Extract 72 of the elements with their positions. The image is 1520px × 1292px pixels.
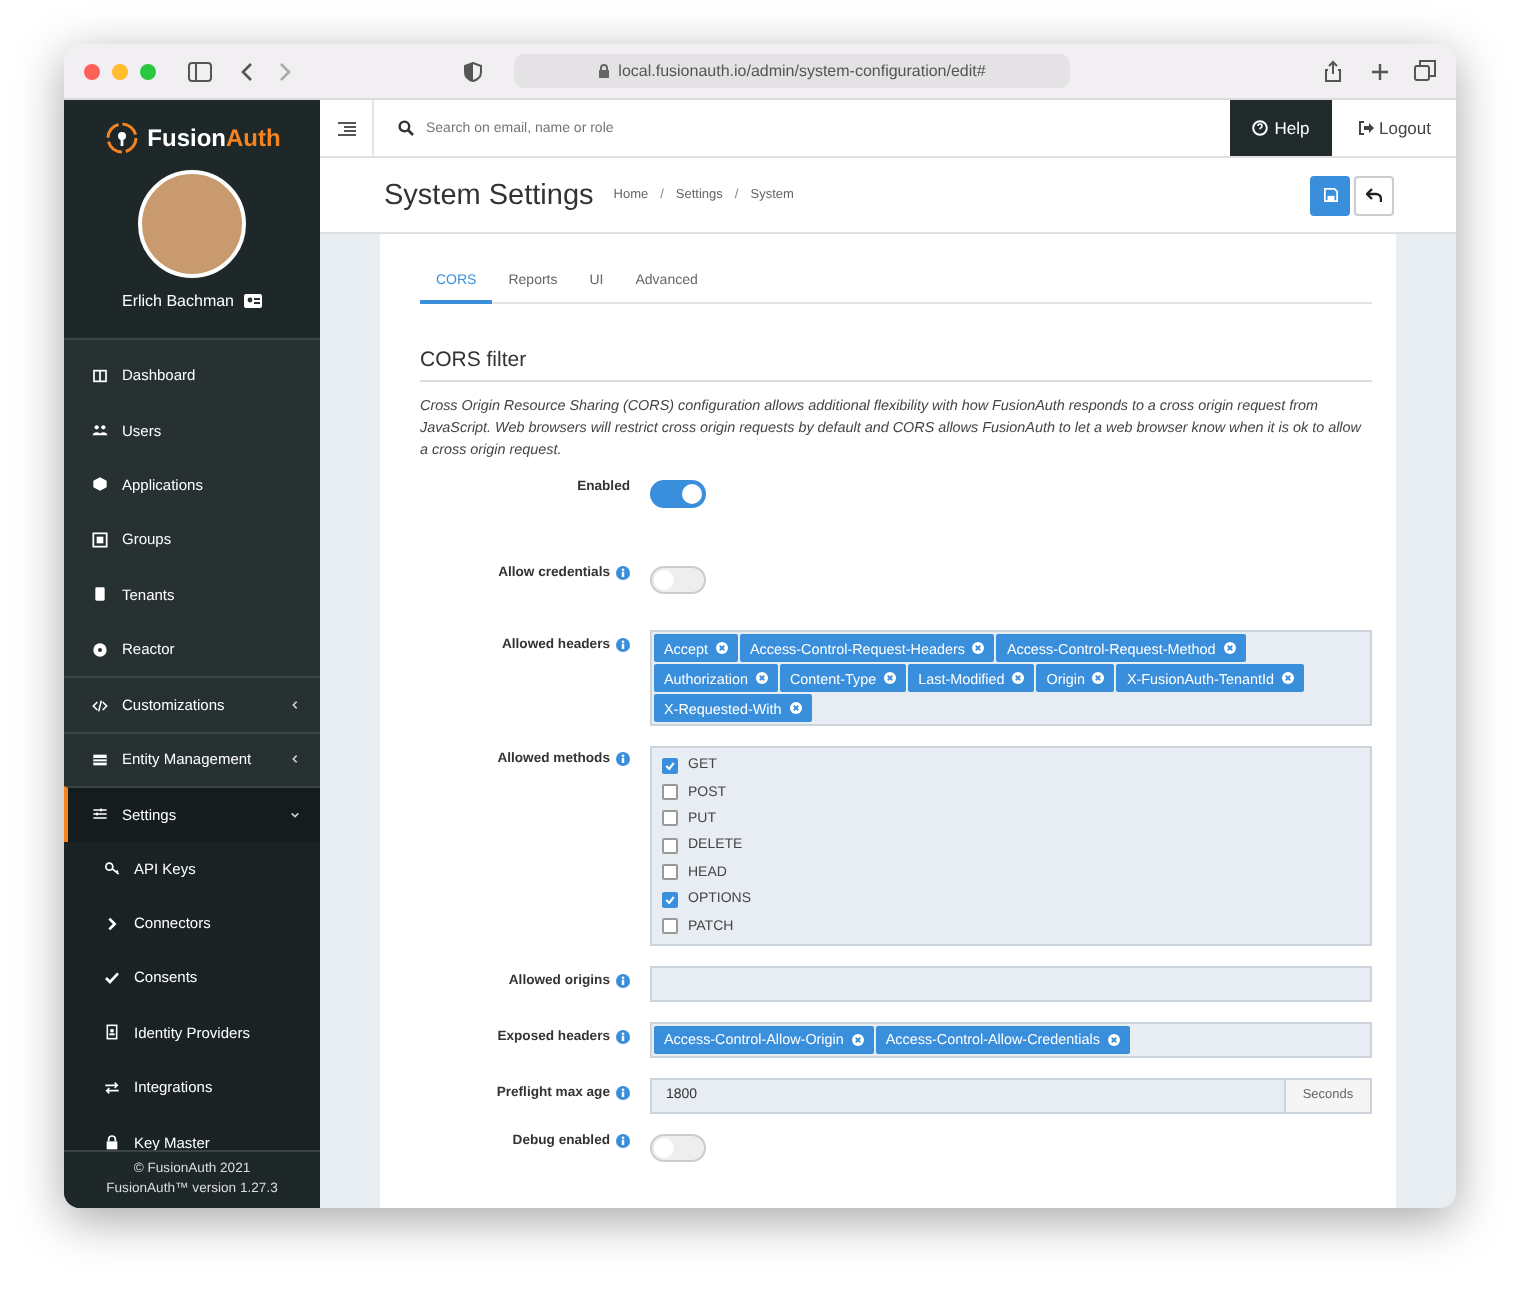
close-dot[interactable] bbox=[84, 63, 100, 79]
key-icon bbox=[104, 860, 120, 877]
checkmark-icon bbox=[104, 969, 120, 986]
url-text: local.fusionauth.io/admin/system-configuration/edit# bbox=[618, 62, 986, 80]
code-icon bbox=[92, 697, 108, 714]
checkbox[interactable] bbox=[662, 918, 678, 935]
info-icon bbox=[616, 752, 630, 766]
id-card-icon[interactable] bbox=[244, 294, 263, 308]
section-title: CORS filter bbox=[420, 348, 1372, 382]
remove-icon[interactable] bbox=[715, 642, 728, 654]
toggle-switch[interactable] bbox=[650, 1133, 706, 1162]
remove-icon[interactable] bbox=[884, 672, 897, 684]
shield-icon bbox=[464, 61, 482, 81]
zoom-dot[interactable] bbox=[140, 63, 156, 79]
info-icon bbox=[616, 1085, 630, 1100]
remove-icon[interactable] bbox=[789, 702, 802, 714]
checkbox[interactable] bbox=[662, 757, 678, 774]
avatar bbox=[138, 170, 246, 278]
toggle-switch[interactable] bbox=[650, 566, 706, 594]
minimize-dot[interactable] bbox=[112, 63, 128, 79]
question-circle-icon bbox=[1252, 120, 1269, 136]
tabs-icon[interactable] bbox=[1414, 60, 1436, 82]
group-icon bbox=[92, 531, 108, 548]
undo-button[interactable] bbox=[1354, 175, 1394, 215]
arrows-icon bbox=[104, 1079, 120, 1096]
remove-icon[interactable] bbox=[1223, 642, 1236, 654]
checkbox[interactable] bbox=[662, 837, 678, 854]
checkbox[interactable] bbox=[662, 810, 678, 827]
sign-out-icon bbox=[1357, 120, 1373, 136]
tags-field[interactable] bbox=[650, 965, 1372, 1002]
search-icon bbox=[398, 120, 414, 136]
help-button[interactable]: Help bbox=[1230, 100, 1332, 156]
checkbox[interactable] bbox=[662, 891, 678, 908]
cube-icon bbox=[92, 476, 108, 493]
menu-icon[interactable] bbox=[337, 121, 355, 135]
info-icon bbox=[616, 638, 630, 652]
info-icon bbox=[616, 566, 630, 580]
brand-name: FusionAuth bbox=[147, 124, 281, 152]
sidebar-toggle-icon[interactable] bbox=[188, 61, 212, 81]
checkbox[interactable] bbox=[662, 784, 678, 801]
logo-icon bbox=[103, 120, 140, 156]
id-card-icon bbox=[104, 1024, 120, 1041]
users-icon bbox=[92, 422, 108, 439]
remove-icon[interactable] bbox=[972, 642, 985, 654]
logout-button[interactable]: Logout bbox=[1332, 100, 1456, 156]
plus-icon[interactable] bbox=[1370, 61, 1390, 81]
tablet-icon bbox=[92, 586, 108, 603]
list-icon bbox=[92, 751, 108, 768]
remove-icon[interactable] bbox=[1092, 672, 1105, 684]
remove-icon[interactable] bbox=[1012, 672, 1025, 684]
page-title: System Settings bbox=[384, 179, 594, 211]
remove-icon[interactable] bbox=[1107, 1033, 1120, 1046]
reactor-icon bbox=[92, 641, 108, 658]
address-bar[interactable]: local.fusionauth.io/admin/system-configuration/edit# bbox=[514, 54, 1070, 88]
back-icon[interactable] bbox=[240, 61, 254, 81]
checkbox[interactable] bbox=[662, 864, 678, 881]
info-icon bbox=[616, 1029, 630, 1044]
remove-icon[interactable] bbox=[1281, 672, 1294, 684]
share-icon[interactable] bbox=[1324, 60, 1342, 82]
undo-arrow-icon bbox=[1366, 188, 1382, 202]
user-name: Erlich Bachman bbox=[121, 292, 235, 310]
remove-icon[interactable] bbox=[755, 672, 768, 684]
toggle-switch[interactable] bbox=[650, 480, 706, 508]
lock-icon bbox=[598, 64, 611, 78]
remove-icon[interactable] bbox=[851, 1033, 864, 1046]
lock-icon bbox=[104, 1134, 120, 1150]
info-icon bbox=[616, 1133, 630, 1148]
forward-icon[interactable] bbox=[278, 61, 292, 81]
info-icon bbox=[616, 973, 630, 988]
panel-icon bbox=[92, 367, 108, 384]
sliders-icon bbox=[92, 806, 108, 823]
chevron-icon bbox=[104, 915, 120, 932]
